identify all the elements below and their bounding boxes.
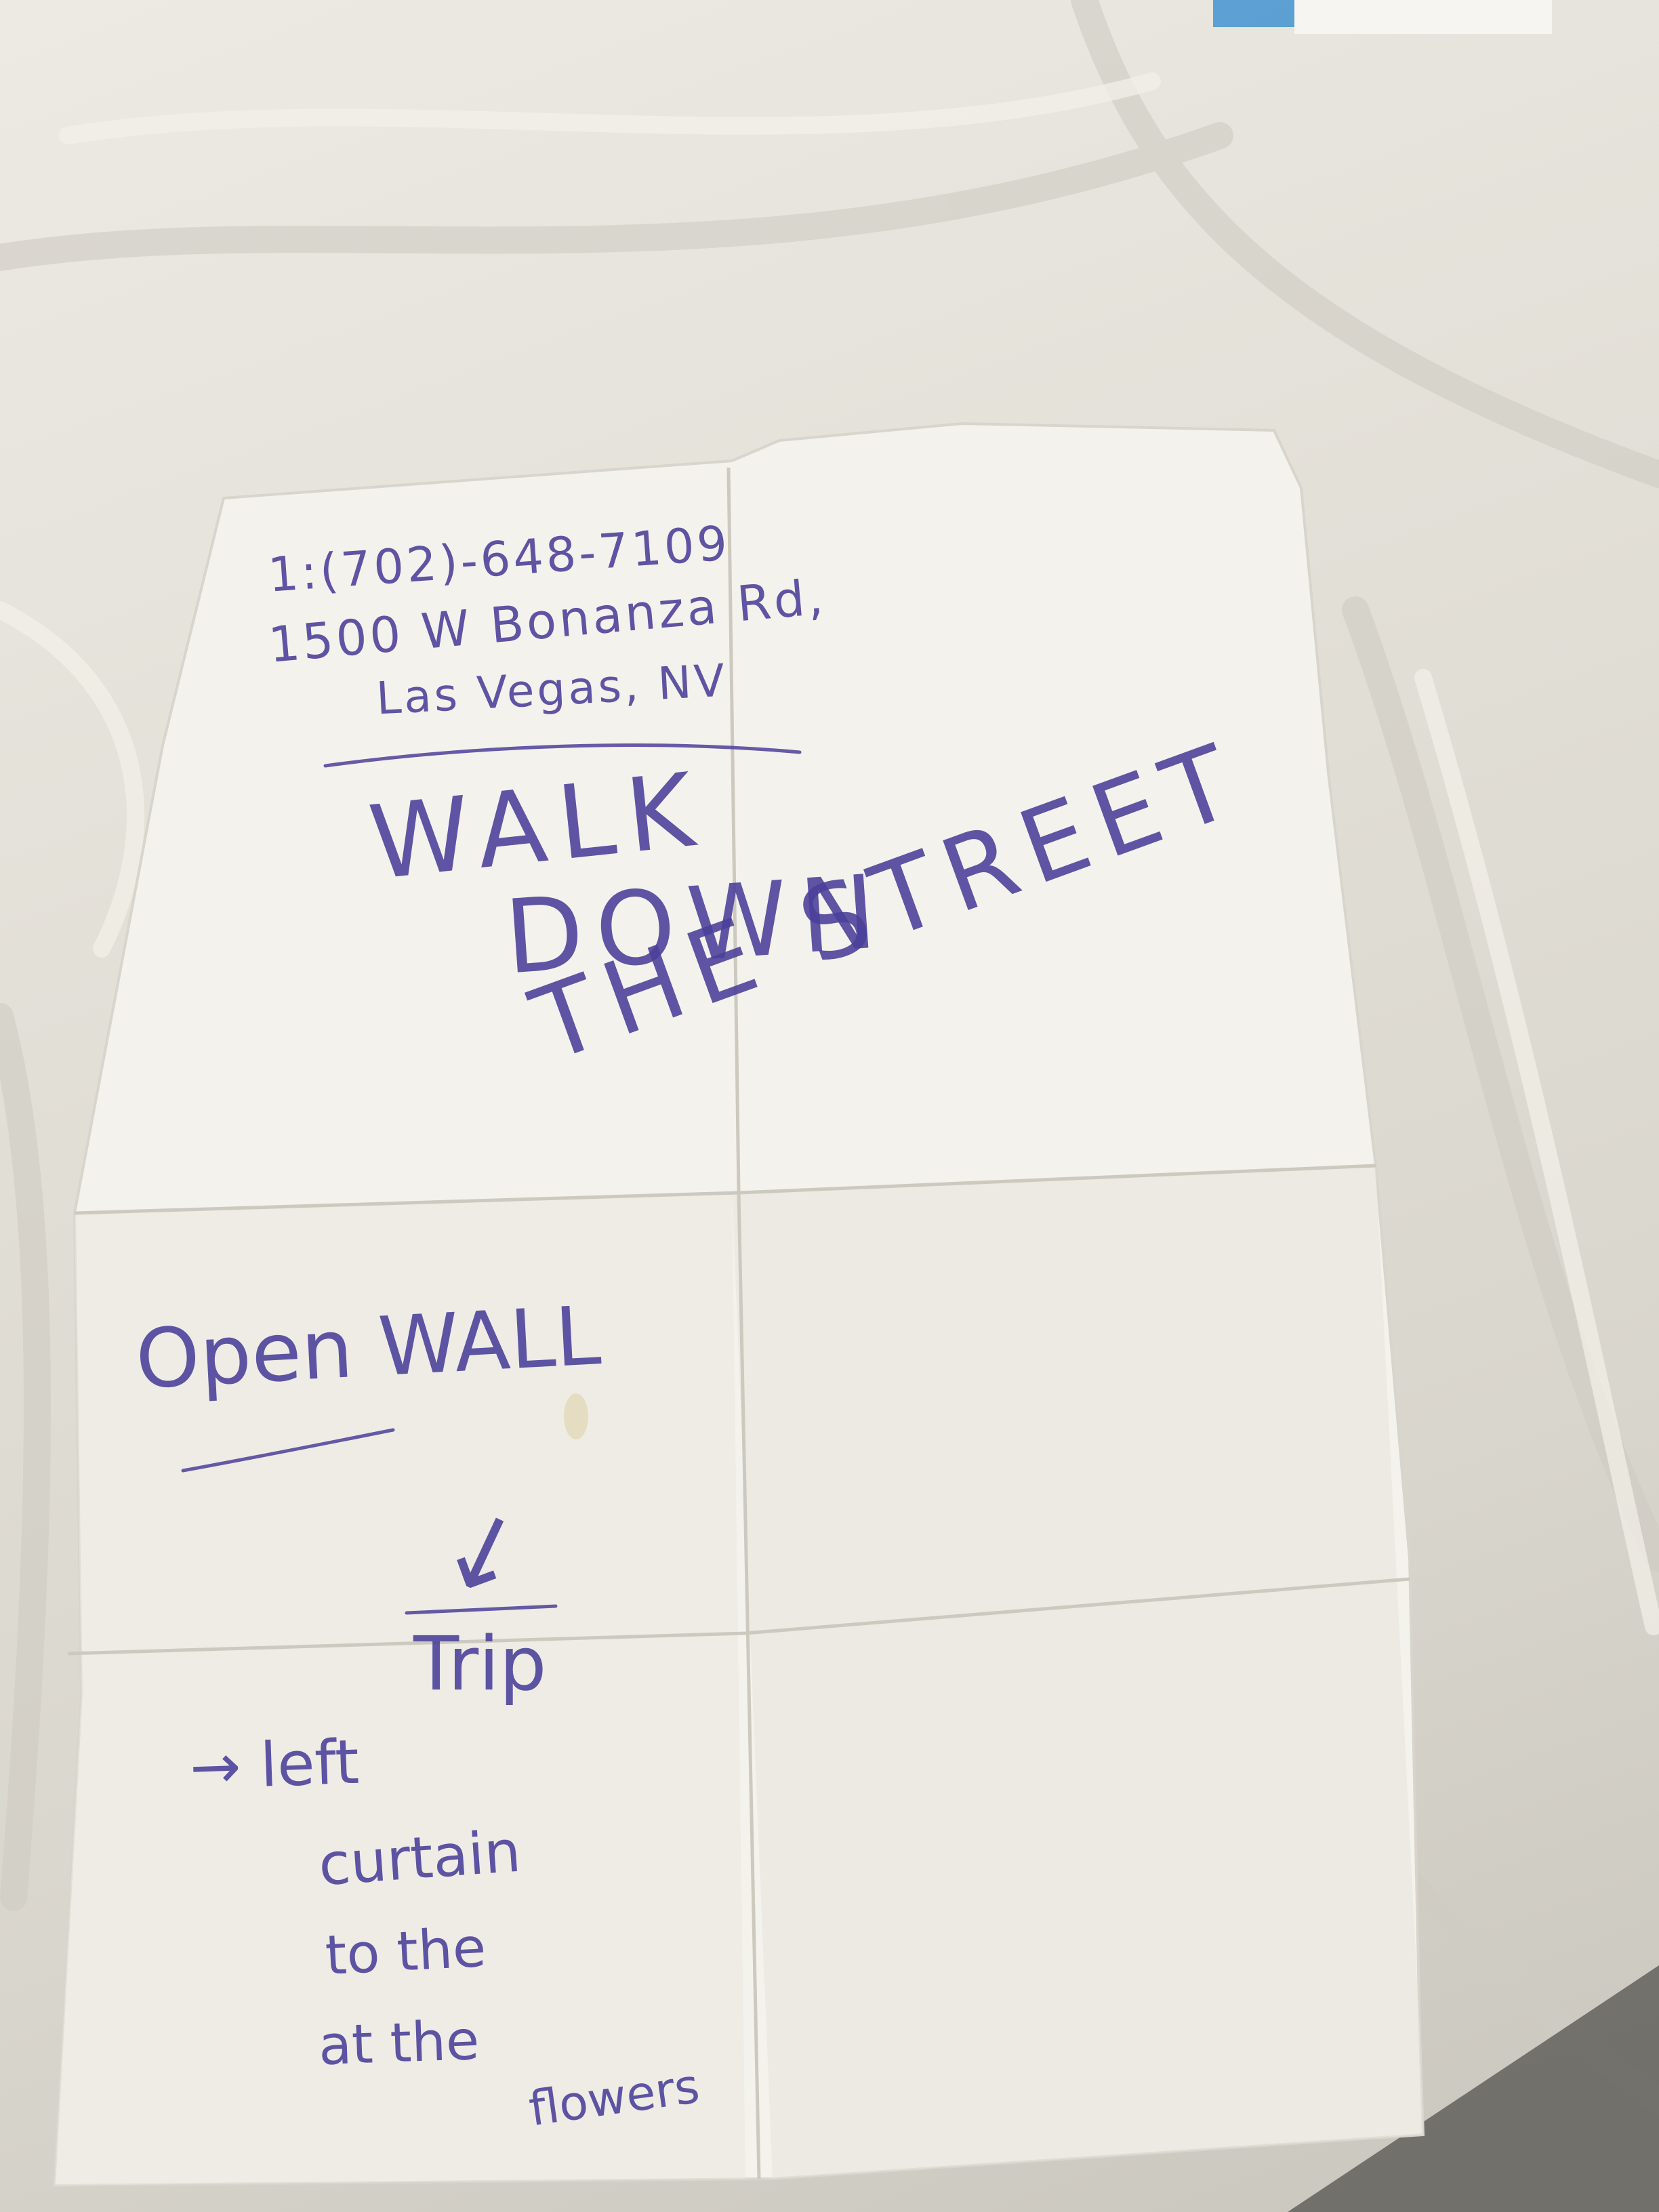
open-wall-text: Open WALL bbox=[133, 1289, 603, 1408]
note-line-curtain: curtain bbox=[316, 1818, 523, 1900]
note-line-trip: Trip bbox=[413, 1620, 547, 1707]
paper-scrap bbox=[1294, 0, 1552, 34]
note-line-left: → left bbox=[188, 1726, 361, 1804]
note-line-at-the: at the bbox=[317, 2008, 480, 2078]
paper-shade-right bbox=[732, 1166, 1423, 2179]
paper-stain bbox=[564, 1393, 588, 1439]
note-line-to-the: to the bbox=[323, 1915, 488, 1988]
photo-scene: 1:(702)-648-7109 1500 W Bonanza Rd, Las … bbox=[0, 0, 1659, 2212]
blue-object bbox=[1213, 0, 1294, 27]
bedsheet-and-paper bbox=[0, 0, 1659, 2212]
